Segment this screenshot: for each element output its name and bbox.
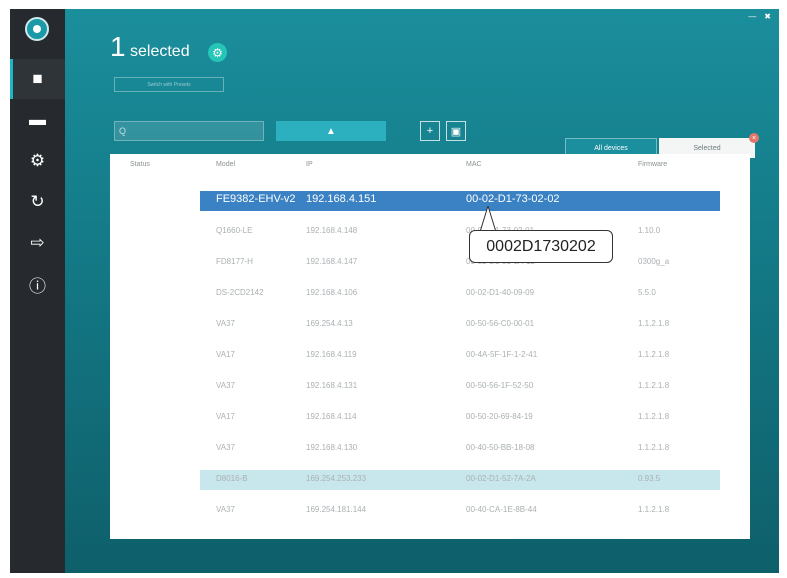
- upload-icon: ▲: [326, 125, 336, 137]
- table-cell-model: VA37: [216, 505, 235, 514]
- table-cell-ip: 169.254.253.233: [306, 474, 367, 483]
- table-row[interactable]: FD8177-H192.168.4.14700-02-D1-51-3A-1203…: [200, 253, 720, 273]
- column-model[interactable]: Model: [216, 161, 235, 168]
- table-cell-model: VA37: [216, 381, 235, 390]
- table-cell-model: FE9382-EHV-v2: [216, 193, 296, 205]
- table-cell-ip: 169.254.181.144: [306, 505, 367, 514]
- table-cell-ip: 169.254.4.13: [306, 319, 353, 328]
- table-cell-firmware: 1.1.2.1.8: [638, 443, 670, 452]
- table-cell-model: Q1660-LE: [216, 226, 253, 235]
- sidebar: ■ ▬ ⚙ ↻ ⇨ ⓘ: [10, 9, 65, 573]
- table-cell-ip: 192.168.4.148: [306, 226, 358, 235]
- table-cell-firmware: 0300g_a: [638, 257, 670, 266]
- table-cell-model: VA17: [216, 412, 235, 421]
- column-ip[interactable]: IP: [306, 161, 313, 168]
- table-cell-firmware: 5.5.0: [638, 288, 656, 297]
- table-cell-ip: 192.168.4.147: [306, 257, 358, 266]
- table-row[interactable]: VA37 169.254.4.13 00-50-56-C0-00-01 1.1.2.1…: [200, 315, 720, 335]
- table-header: Status Model IP MAC Firmware: [110, 154, 750, 176]
- settings-icon[interactable]: ⚙: [10, 141, 65, 181]
- table-cell-ip: 192.168.4.119: [306, 350, 357, 359]
- info-icon[interactable]: ⓘ: [10, 264, 65, 304]
- close-window-icon[interactable]: ✖: [764, 12, 771, 21]
- table-cell-firmware: 1.10.0: [638, 226, 661, 235]
- table-row[interactable]: Q1660-LE192.168.4.14800-02-D1-73-02-011.…: [200, 222, 720, 242]
- column-firmware[interactable]: Firmware: [638, 161, 667, 168]
- table-cell-model: FD8177-H: [216, 257, 253, 266]
- table-cell-model: VA17: [216, 350, 235, 359]
- table-row[interactable]: DS-2CD2142 192.168.4.106 00-02-D1-40-09-09…: [200, 284, 720, 304]
- search-icon: Q: [119, 126, 127, 136]
- app-window: ■ ▬ ⚙ ↻ ⇨ ⓘ — ✖ 1 selected ⚙ Switch with…: [10, 9, 779, 573]
- table-cell-ip: 192.168.4.130: [306, 443, 358, 452]
- table-cell-mac: 00-02-D1-40-09-09: [466, 288, 535, 297]
- table-cell-ip: 192.168.4.151: [306, 193, 377, 205]
- add-icon: +: [426, 125, 434, 137]
- table-cell-ip: 192.168.4.131: [306, 381, 358, 390]
- table-row[interactable]: D8016-B 169.254.253.233 00-02-D1-52-7A-2A 0…: [200, 470, 720, 490]
- folder-button[interactable]: ▣: [446, 121, 466, 141]
- table-cell-firmware: 1.1.2.1.8: [638, 350, 670, 359]
- table-cell-model: VA37: [216, 443, 235, 452]
- folder-icon: ▣: [450, 125, 462, 138]
- table-row[interactable]: VA37 192.168.4.130 00-40-50-BB-18-08 1.1.2.…: [200, 439, 720, 459]
- export-icon[interactable]: ⇨: [10, 223, 65, 263]
- table-cell-model: VA37: [216, 319, 235, 328]
- window-controls: — ✖: [748, 12, 771, 21]
- table-cell-firmware: 1.1.2.1.8: [638, 505, 670, 514]
- table-cell-ip: 192.168.4.106: [306, 288, 358, 297]
- table-cell-firmware: 1.1.2.1.8: [638, 412, 670, 421]
- table-cell-firmware: 1.1.2.1.8: [638, 381, 670, 390]
- table-cell-mac: 00-40-50-BB-18-08: [466, 443, 535, 452]
- table-row[interactable]: VA17 192.168.4.119 00-4A-5F-1F-1-2-41 1.1.2…: [200, 346, 720, 366]
- table-cell-mac: 00-50-56-C0-00-01: [466, 319, 535, 328]
- table-row[interactable]: VA37 169.254.181.144 00-40-CA-1E-8B-44 1.1.…: [200, 501, 720, 521]
- table-cell-mac: 00-50-20-69-84-19: [466, 412, 533, 421]
- mac-callout: 0002D1730202: [469, 230, 613, 263]
- table-cell-firmware: 0.93.5: [638, 474, 661, 483]
- toolbar: Q ▲ + ▣ All devices Selected ×: [114, 121, 774, 158]
- table-cell-mac: 00-02-D1-73-02-02: [466, 193, 560, 205]
- selected-count: 1: [110, 31, 126, 62]
- table-cell-ip: 192.168.4.114: [306, 412, 357, 421]
- table-row[interactable]: VA37 192.168.4.131 00-50-56-1F-52-50 1.1.2.…: [200, 377, 720, 397]
- sync-icon[interactable]: ↻: [10, 182, 65, 222]
- search-input[interactable]: Q: [114, 121, 264, 141]
- table-cell-model: DS-2CD2142: [216, 288, 264, 297]
- logo-icon: [25, 17, 49, 41]
- table-row[interactable]: VA17 192.168.4.114 00-50-20-69-84-19 1.1.2.…: [200, 408, 720, 428]
- home-icon[interactable]: ■: [10, 59, 65, 99]
- table-cell-mac: 00-50-56-1F-52-50: [466, 381, 534, 390]
- selection-settings-icon[interactable]: ⚙: [208, 43, 227, 62]
- table-cell-firmware: 1.1.2.1.8: [638, 319, 670, 328]
- table-cell-mac: 00-4A-5F-1F-1-2-41: [466, 350, 538, 359]
- table-cell-mac: 00-02-D1-52-7A-2A: [466, 474, 536, 483]
- column-status[interactable]: Status: [130, 161, 150, 168]
- devices-icon[interactable]: ▬: [10, 100, 65, 140]
- selected-label: selected: [130, 43, 190, 60]
- minimize-icon[interactable]: —: [748, 12, 756, 21]
- table-cell-mac: 00-40-CA-1E-8B-44: [466, 505, 537, 514]
- close-icon[interactable]: ×: [749, 133, 759, 143]
- switch-presets-button[interactable]: Switch with Presets: [114, 77, 224, 92]
- table-row[interactable]: FE9382-EHV-v2 192.168.4.151 00-02-D1-73-02…: [200, 191, 720, 211]
- add-button[interactable]: +: [420, 121, 440, 141]
- upload-button[interactable]: ▲: [276, 121, 386, 141]
- column-mac[interactable]: MAC: [466, 161, 482, 168]
- table-cell-model: D8016-B: [216, 474, 248, 483]
- device-table: Status Model IP MAC Firmware FE9382-EHV-…: [110, 154, 750, 539]
